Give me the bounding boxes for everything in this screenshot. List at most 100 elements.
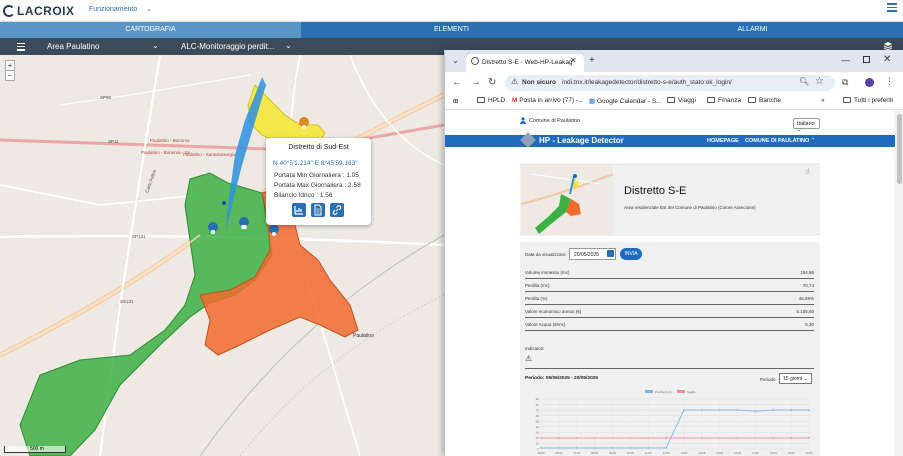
- map-label: SP11: [108, 139, 119, 144]
- sidebar-toggle-icon[interactable]: [17, 43, 25, 53]
- zoom-out-button[interactable]: −: [6, 70, 14, 80]
- bookmark-finanza[interactable]: Finanza: [707, 97, 741, 104]
- browser-window: ⌄ Distretto S-E - Web-HP-Leakag ✕ + — ✕ …: [444, 50, 903, 456]
- app-topbar: LACROIX Funzionamento ⌄: [0, 0, 903, 22]
- web-page: Comune di Paulatino Italiano ⌄ HP - Leak…: [445, 110, 895, 456]
- data-point: [790, 409, 793, 412]
- not-secure-label[interactable]: Non sicuro: [522, 79, 556, 86]
- data-point: [629, 436, 632, 439]
- tab-elementi[interactable]: ELEMENTI: [301, 22, 602, 38]
- row-label: Volume immesso (mc): [525, 270, 570, 275]
- chart-icon: [294, 206, 303, 215]
- extensions-icon[interactable]: ⧉: [842, 77, 848, 88]
- chart-button[interactable]: [292, 203, 306, 217]
- y-tick-label: 50: [536, 419, 540, 423]
- x-tick-label: 09/05: [609, 451, 616, 455]
- mode-selector[interactable]: Funzionamento: [89, 6, 137, 13]
- bookmark-banche[interactable]: Banche: [748, 97, 781, 104]
- map-label: SS131: [120, 299, 134, 304]
- data-point: [718, 436, 721, 439]
- legend-label: Perdita (mc): [655, 390, 671, 394]
- maximize-icon[interactable]: [863, 56, 870, 63]
- district-popup: Distretto di Sud-Est N 40°5'1.214" E 8°4…: [266, 138, 371, 225]
- send-button[interactable]: INVIA: [620, 248, 642, 260]
- more-menu-icon[interactable]: ⋮: [885, 76, 894, 87]
- profile-avatar[interactable]: [865, 78, 874, 87]
- folder-icon: [477, 97, 485, 103]
- data-point: [540, 436, 542, 439]
- link-icon: [332, 205, 342, 215]
- main-tabs: CARTOGRAFIA ELEMENTI ALLARMI: [0, 22, 903, 38]
- chevron-down-icon[interactable]: ⌄: [285, 41, 292, 50]
- monitoring-select[interactable]: ALC-Monitoraggio perdit...: [181, 42, 274, 51]
- zoom-in-button[interactable]: +: [6, 61, 14, 70]
- new-tab-button[interactable]: +: [589, 55, 595, 66]
- language-select[interactable]: Italiano ⌄: [793, 118, 820, 133]
- tab-search-icon[interactable]: ⌄: [452, 56, 459, 65]
- minimize-icon[interactable]: —: [841, 55, 850, 65]
- apps-grid-icon[interactable]: ⊞: [453, 97, 458, 105]
- site-brand[interactable]: HP - Leakage Detector: [539, 136, 624, 145]
- document-button[interactable]: [311, 203, 325, 217]
- calendar-icon[interactable]: [607, 250, 614, 257]
- data-row: Valore economico annuo (€) 5.105,60: [525, 305, 814, 318]
- nav-comune[interactable]: COMUNE DI PAULATINO ⌃: [745, 138, 815, 144]
- data-point: [790, 436, 793, 439]
- reload-icon[interactable]: ↻: [488, 77, 496, 88]
- url-text[interactable]: indi.tnx.it/leakagedetector/distretto-s-…: [562, 79, 732, 86]
- tab-allarmi[interactable]: ALLARMI: [602, 22, 903, 38]
- back-arrow-icon[interactable]: ←: [452, 77, 462, 88]
- popup-info: Portata Min Giornaliera : 1.05 Portata M…: [274, 171, 361, 201]
- url-bar[interactable]: ⚠ Non sicuro indi.tnx.it/leakagedetector…: [505, 75, 835, 91]
- data-point: [718, 409, 721, 412]
- chevron-down-icon[interactable]: ⌄: [146, 5, 152, 13]
- bookmark-star-icon[interactable]: ☆: [815, 76, 824, 87]
- period-select[interactable]: 15 giorni ⌄: [779, 373, 812, 384]
- map-label: Paulatino - Bonorva - Sa: [141, 150, 191, 155]
- zoom-icon[interactable]: 🔍︎: [799, 77, 809, 86]
- chevron-down-icon[interactable]: ⌄: [152, 41, 159, 50]
- y-tick-label: 90: [536, 397, 540, 401]
- close-window-icon[interactable]: ✕: [883, 54, 891, 65]
- x-tick-label: 19/05: [788, 451, 795, 455]
- map-canvas[interactable]: Paulatino - Bonorva Paulatino - Santulus…: [0, 55, 444, 456]
- warning-icon[interactable]: ⚠: [511, 77, 518, 86]
- hp-logo-icon: [520, 132, 536, 148]
- site-header: HP - Leakage Detector HOMEPAGE COMUNE DI…: [445, 132, 895, 148]
- hand-pointer-icon[interactable]: ☝: [805, 167, 810, 176]
- document-icon: [314, 204, 322, 216]
- bookmark-hpld[interactable]: HPLD: [477, 97, 505, 104]
- row-label: Valore Acqua (€/mc): [525, 322, 566, 327]
- address-bar-row: ← → ↻ ⚠ Non sicuro indi.tnx.it/leakagede…: [445, 72, 903, 94]
- lacroix-logo[interactable]: LACROIX: [3, 3, 75, 19]
- more-bookmarks[interactable]: »: [821, 97, 825, 104]
- data-row: Perdita (%) 45,68%: [525, 292, 814, 305]
- zoom-control: + −: [5, 60, 15, 81]
- close-tab-icon[interactable]: ✕: [570, 56, 577, 65]
- legend-swatch: [677, 390, 685, 393]
- bookmark-calendar[interactable]: ▦ Google Calendar - S...: [589, 97, 662, 105]
- divider: [525, 368, 814, 369]
- y-tick-label: 10: [536, 442, 540, 446]
- map-view[interactable]: Paulatino - Bonorva Paulatino - Santulus…: [0, 55, 444, 456]
- tab-cartografia[interactable]: CARTOGRAFIA: [0, 22, 301, 38]
- x-tick-label: 12/05: [663, 451, 670, 455]
- link-button[interactable]: [330, 203, 344, 217]
- area-select[interactable]: Area Paulatino: [47, 42, 99, 51]
- bookmark-viaggi[interactable]: Viaggi: [667, 97, 696, 104]
- map-label: Paulatino - Bonorva: [150, 138, 190, 143]
- bookmark-all[interactable]: Tutti i preferiti: [843, 97, 893, 104]
- bookmarks-bar: ⊞ HPLD M Posta in arrivo (77) -... ▦ Goo…: [445, 94, 903, 110]
- data-point: [647, 436, 650, 439]
- data-point: [808, 436, 810, 439]
- bookmark-label: HPLD: [488, 97, 506, 104]
- browser-tab[interactable]: Distretto S-E - Web-HP-Leakag: [466, 54, 584, 72]
- hamburger-menu-icon[interactable]: [887, 3, 897, 13]
- nav-homepage[interactable]: HOMEPAGE: [707, 138, 739, 144]
- portata-max: Portata Max Giornaliera : 2.58: [274, 182, 361, 189]
- district-description: Area residenziale Est del Comune di Paul…: [624, 205, 756, 210]
- data-point: [540, 446, 542, 449]
- bookmark-gmail[interactable]: M Posta in arrivo (77) -...: [512, 97, 584, 104]
- forward-arrow-icon[interactable]: →: [471, 77, 481, 88]
- scrollbar-thumb[interactable]: [897, 114, 902, 184]
